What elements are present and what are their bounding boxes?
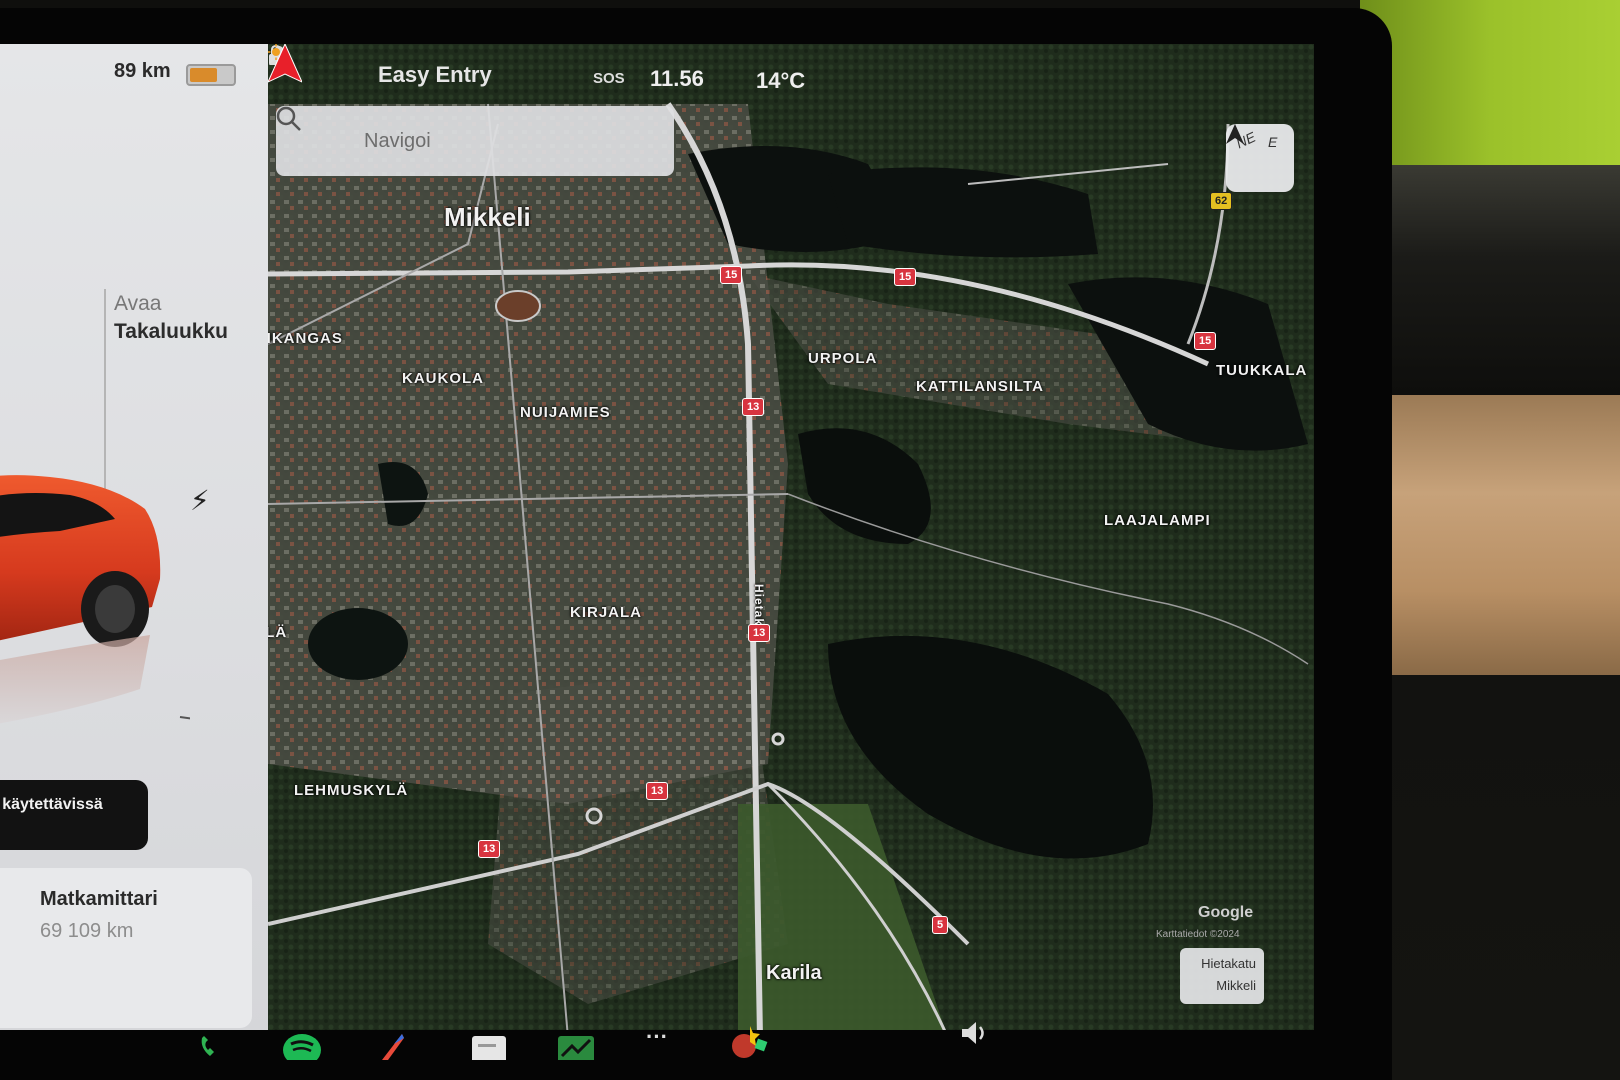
touchscreen: 89 km Avaa Takaluukku ⚡ käytettävissä Ma…: [0, 44, 1314, 1038]
current-location-card[interactable]: Hietakatu Mikkeli: [1180, 948, 1264, 1004]
range-readout: 89 km: [114, 60, 171, 82]
map-label-district: TUUKKALA: [1216, 362, 1308, 379]
map-view[interactable]: Easy Entry SOS 11.56 14°C Navigoi NE E M…: [268, 44, 1314, 1038]
volume-icon[interactable]: [960, 1020, 992, 1046]
background-green-wall: [1360, 0, 1620, 165]
odometer-card[interactable]: Matkamittari 69 109 km: [0, 868, 252, 1028]
battery-icon: [186, 64, 236, 86]
map-label-place: Karila: [766, 962, 822, 984]
current-city: Mikkeli: [1216, 978, 1256, 993]
background-wood-trim: [1380, 395, 1620, 675]
search-input[interactable]: [362, 122, 656, 160]
road-shield: 62: [1210, 192, 1233, 210]
road-shield: 15: [894, 268, 917, 286]
current-location-arrow-icon: [268, 44, 302, 83]
toybox-icon[interactable]: [380, 1030, 406, 1060]
road-shield: 13: [478, 840, 501, 858]
map-attribution: Karttatiedot ©2024: [1156, 929, 1240, 940]
road-shield: 5: [932, 916, 949, 934]
odometer-value: 69 109 km: [40, 920, 134, 942]
map-label-district: KAUKOLA: [402, 370, 484, 387]
map-label-district: KIRJALA: [570, 604, 643, 621]
map-label-district: KATTILANSILTA: [916, 378, 1044, 395]
display-bezel: 89 km Avaa Takaluukku ⚡ käytettävissä Ma…: [0, 8, 1392, 1080]
compass-e-label: E: [1268, 134, 1278, 150]
games-icon[interactable]: [728, 1022, 768, 1060]
charge-status-button[interactable]: llä käytettävissä: [0, 780, 148, 850]
battery-level: [190, 68, 217, 82]
more-icon[interactable]: ···: [646, 1024, 668, 1050]
sos-indicator[interactable]: SOS: [593, 70, 625, 87]
calendar-icon[interactable]: [470, 1030, 508, 1060]
spotify-icon[interactable]: [282, 1030, 322, 1060]
road-shield: 13: [646, 782, 669, 800]
compass-arrow-icon: [1226, 124, 1244, 144]
driver-profile-label[interactable]: Easy Entry: [378, 62, 492, 88]
vehicle-panel: 89 km Avaa Takaluukku ⚡ käytettävissä Ma…: [0, 44, 268, 1038]
charge-status-label: llä käytettävissä: [0, 796, 103, 813]
road-shield: 15: [1194, 332, 1217, 350]
phone-icon[interactable]: [198, 1030, 220, 1060]
outside-temperature: 14°C: [756, 68, 806, 93]
search-icon: [276, 106, 301, 131]
trunk-label: Takaluukku: [114, 320, 228, 343]
trunk-action-label: Avaa: [114, 292, 162, 315]
stocks-icon[interactable]: [556, 1030, 596, 1060]
current-street: Hietakatu: [1201, 956, 1256, 971]
compass-button[interactable]: NE E: [1226, 124, 1294, 192]
road-shield: 13: [748, 624, 771, 642]
road-shield: 15: [720, 266, 743, 284]
map-label-district: LAAJALAMPI: [1104, 512, 1211, 529]
map-label-district: URPOLA: [808, 350, 878, 367]
map-label-district: NKANGAS: [268, 330, 343, 347]
background-dashboard: [1380, 165, 1620, 395]
map-label-district: ILÄ: [268, 624, 288, 641]
navigation-search-bar[interactable]: [276, 106, 674, 176]
google-logo: Google: [1198, 904, 1254, 921]
charge-port-bolt-icon[interactable]: ⚡: [190, 484, 210, 517]
map-label-city: Mikkeli: [444, 202, 531, 232]
status-bar: Easy Entry SOS 11.56 14°C: [268, 44, 1314, 104]
odometer-title: Matkamittari: [40, 888, 158, 910]
satellite-map-graphic: [268, 44, 1314, 1038]
clock: 11.56: [650, 66, 704, 91]
map-label-district: NUIJAMIES: [520, 404, 611, 421]
road-shield: 13: [742, 398, 765, 416]
map-label-street: Hietak: [752, 584, 766, 627]
car-model[interactable]: [0, 439, 190, 739]
map-label-district: LEHMUSKYLÄ: [294, 782, 409, 799]
